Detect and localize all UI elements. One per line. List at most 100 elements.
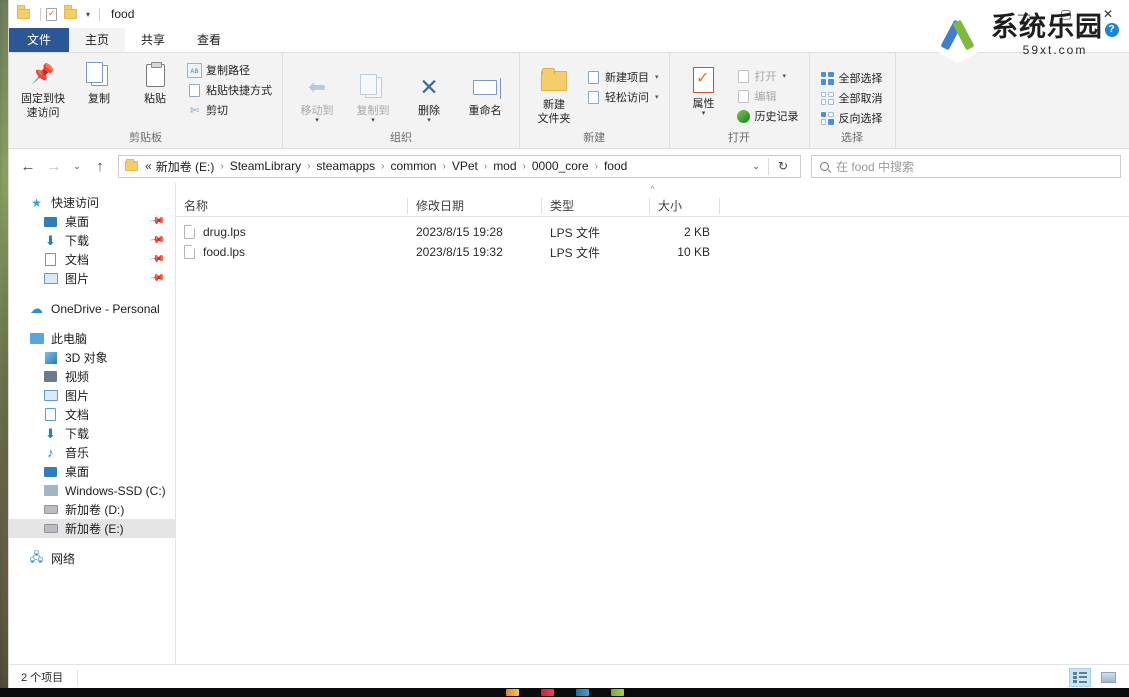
open-button[interactable]: 打开 ▾ [732,66,803,86]
maximize-button[interactable]: ▢ [1045,0,1087,28]
sidebar-item-3d-objects[interactable]: 3D 对象 [9,348,175,367]
copy-to-button[interactable]: 复制到 ▾ [345,69,401,128]
breadcrumb-drive-e[interactable]: 新加卷 (E:) [155,158,216,175]
refresh-button[interactable]: ↻ [769,159,797,173]
move-to-button[interactable]: ⬅ 移动到 ▾ [289,69,345,128]
details-view-button[interactable] [1069,668,1091,687]
column-header-type[interactable]: 类型 [542,195,650,217]
file-name-cell[interactable]: food.lps [176,245,408,259]
address-bar[interactable]: « 新加卷 (E:) › SteamLibrary › steamapps › … [118,155,801,178]
new-item-icon [586,70,601,85]
navigation-pane: ★ 快速访问 桌面 📌 ⬇ 下载 📌 文档 📌 图片 📌 [9,183,175,664]
delete-chevron-down-icon[interactable]: ▾ [427,117,431,126]
pin-to-quick-access-button[interactable]: 📌 固定到快速访问 [15,57,71,123]
back-button[interactable]: ← [17,155,39,177]
sidebar-item-documents[interactable]: 文档 [9,405,175,424]
breadcrumb-overflow-icon[interactable]: « [142,159,155,173]
thumbnail-view-button[interactable] [1097,668,1119,687]
sidebar-item-downloads-qa[interactable]: ⬇ 下载 📌 [9,231,175,250]
paste-shortcut-button[interactable]: 粘贴快捷方式 [183,80,276,100]
taskbar-icon-1[interactable] [506,689,519,696]
sidebar-item-desktop[interactable]: 桌面 [9,462,175,481]
tab-share[interactable]: 共享 [125,27,181,52]
new-item-button[interactable]: 新建项目 ▾ [582,67,663,87]
sidebar-item-music[interactable]: ♪ 音乐 [9,443,175,462]
cut-button[interactable]: ✄ 剪切 [183,100,276,120]
edit-button[interactable]: 编辑 [732,86,803,106]
column-header-name[interactable]: 名称 [176,195,408,217]
quick-access-folder-icon[interactable] [17,7,31,21]
move-to-chevron-down-icon[interactable]: ▾ [315,117,319,126]
new-folder-button[interactable]: 新建文件夹 [526,63,582,129]
sidebar-item-windows-ssd-c[interactable]: Windows-SSD (C:) [9,481,175,500]
breadcrumb-food[interactable]: food [603,159,628,173]
file-name-text: food.lps [203,245,245,259]
taskbar-icon-2[interactable] [541,689,554,696]
breadcrumb-steamapps[interactable]: steamapps [315,159,376,173]
paste-button[interactable]: 粘贴 [127,57,183,109]
invert-selection-button[interactable]: 反向选择 [816,108,887,128]
column-header-date[interactable]: 修改日期 [408,195,542,217]
breadcrumb-0000-core[interactable]: 0000_core [531,159,590,173]
rename-button[interactable]: 重命名 [457,69,513,121]
easy-access-button[interactable]: 轻松访问 ▾ [582,87,663,107]
minimize-button[interactable]: — [1003,0,1045,28]
sidebar-item-videos[interactable]: 视频 [9,367,175,386]
tab-view[interactable]: 查看 [181,27,237,52]
sidebar-item-drive-e[interactable]: 新加卷 (E:) [9,519,175,538]
recent-locations-button[interactable]: ⌄ [69,155,85,177]
taskbar-icon-3[interactable] [576,689,589,696]
quick-access-new-folder-icon[interactable] [64,7,78,21]
quick-access-properties-icon[interactable] [46,7,60,21]
tab-home[interactable]: 主页 [69,27,125,52]
sidebar-item-drive-d[interactable]: 新加卷 (D:) [9,500,175,519]
delete-button[interactable]: ✕ 删除 ▾ [401,69,457,128]
forward-button[interactable]: → [43,155,65,177]
open-chevron-down-icon[interactable]: ▾ [783,72,787,80]
sidebar-item-this-pc[interactable]: 此电脑 [9,329,175,348]
properties-button[interactable]: 属性 ▾ [676,62,732,121]
sidebar-item-pictures[interactable]: 图片 [9,386,175,405]
properties-chevron-down-icon[interactable]: ▾ [702,110,706,119]
documents-icon [43,407,58,422]
taskbar-icon-4[interactable] [611,689,624,696]
close-button[interactable]: ✕ [1087,0,1129,28]
sidebar-item-downloads[interactable]: ⬇ 下载 [9,424,175,443]
address-dropdown-icon[interactable]: ⌄ [744,161,768,172]
tab-file[interactable]: 文件 [9,27,69,52]
pin-icon[interactable]: 📌 [148,232,165,248]
breadcrumb-mod[interactable]: mod [492,159,517,173]
chevron-down-icon[interactable]: ▾ [86,10,90,19]
breadcrumb-steamlibrary[interactable]: SteamLibrary [229,159,302,173]
breadcrumb-common[interactable]: common [389,159,437,173]
new-item-chevron-down-icon[interactable]: ▾ [655,73,659,81]
select-all-label: 全部选择 [839,70,883,86]
pin-icon[interactable]: 📌 [148,213,165,229]
pin-icon[interactable]: 📌 [148,270,165,286]
breadcrumb-vpet[interactable]: VPet [451,159,479,173]
copy-button[interactable]: 复制 [71,57,127,109]
sidebar-item-network[interactable]: 🖧 网络 [9,549,175,568]
sidebar-item-onedrive[interactable]: ☁ OneDrive - Personal [9,299,175,318]
history-button[interactable]: 历史记录 [732,106,803,126]
column-header-size[interactable]: 大小 [650,195,720,217]
select-none-button[interactable]: 全部取消 [816,88,887,108]
table-row[interactable]: drug.lps 2023/8/15 19:28 LPS 文件 2 KB [176,222,1129,242]
file-name-cell[interactable]: drug.lps [176,225,408,239]
copy-to-chevron-down-icon[interactable]: ▾ [371,117,375,126]
search-box[interactable]: 在 food 中搜索 [811,155,1121,178]
pin-icon[interactable]: 📌 [148,251,165,267]
ribbon-tab-bar: 文件 主页 共享 查看 [9,28,1129,53]
ribbon-group-open: 属性 ▾ 打开 ▾ 编辑 历史记录 [670,53,810,148]
easy-access-chevron-down-icon[interactable]: ▾ [655,93,659,101]
sidebar-item-quick-access[interactable]: ★ 快速访问 [9,193,175,212]
table-row[interactable]: food.lps 2023/8/15 19:32 LPS 文件 10 KB [176,242,1129,262]
sidebar-item-desktop-qa[interactable]: 桌面 📌 [9,212,175,231]
sidebar-item-documents-qa[interactable]: 文档 📌 [9,250,175,269]
title-bar: ▾ food — ▢ ✕ 系统乐园 ? 59xt.com [9,0,1129,28]
sidebar-item-pictures-qa[interactable]: 图片 📌 [9,269,175,288]
up-button[interactable]: ↑ [89,155,111,177]
select-all-button[interactable]: 全部选择 [816,68,887,88]
copy-path-button[interactable]: ᴀʙ 复制路径 [183,60,276,80]
taskbar[interactable] [0,688,1129,697]
